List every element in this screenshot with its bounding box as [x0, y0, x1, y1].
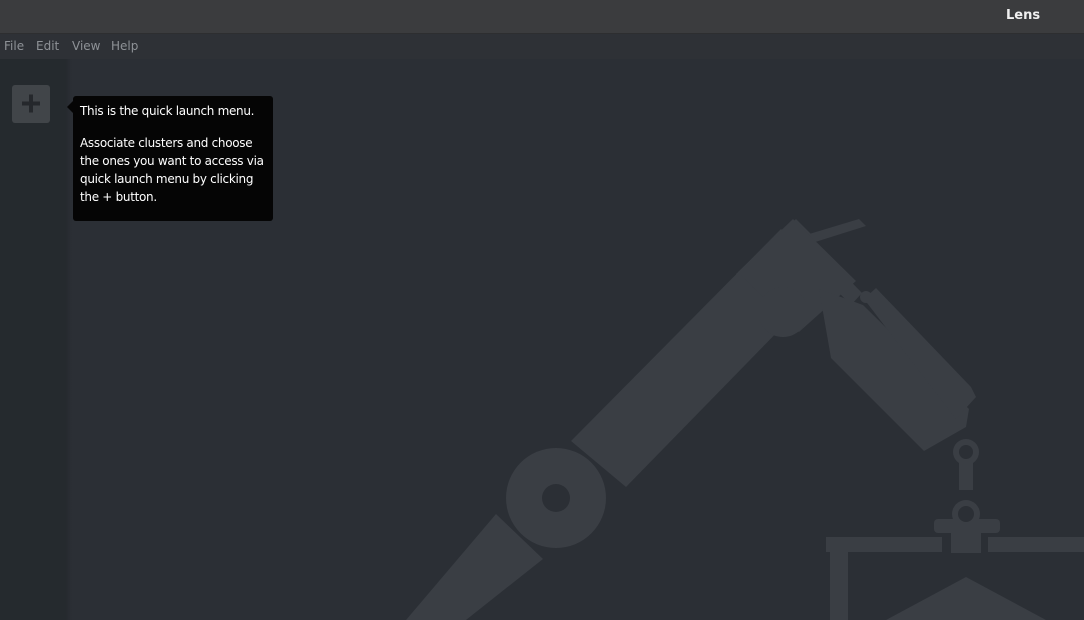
- plus-icon: [22, 94, 40, 113]
- title-bar: Lens: [0, 0, 1084, 34]
- menu-help[interactable]: Help: [111, 39, 138, 53]
- tooltip-body: Associate clusters and choose the ones y…: [80, 136, 264, 204]
- quick-launch-tooltip: This is the quick launch menu. Associate…: [73, 96, 273, 221]
- app-title: Lens: [1006, 8, 1041, 23]
- menu-view[interactable]: View: [72, 39, 100, 53]
- menu-edit[interactable]: Edit: [36, 39, 59, 53]
- menu-bar: File Edit View Help: [0, 34, 1084, 59]
- add-cluster-button[interactable]: [12, 85, 50, 123]
- menu-file[interactable]: File: [4, 39, 24, 53]
- cluster-sidebar: [0, 59, 66, 620]
- tooltip-heading: This is the quick launch menu.: [80, 104, 255, 118]
